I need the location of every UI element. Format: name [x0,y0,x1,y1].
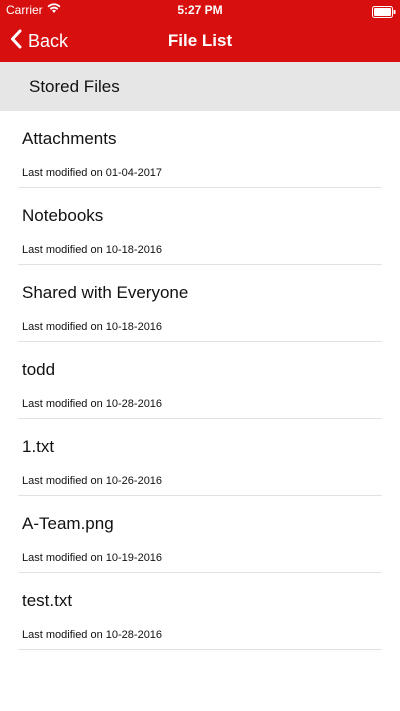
status-time: 5:27 PM [177,3,223,17]
section-title: Stored Files [29,77,120,96]
status-bar: Carrier 5:27 PM [0,0,400,20]
file-modified: Last modified on 10-18-2016 [22,321,163,333]
section-header: Stored Files [0,62,400,111]
file-modified: Last modified on 10-19-2016 [22,552,163,564]
top-bar: Carrier 5:27 PM Back File List [0,0,400,62]
file-row[interactable]: todd Last modified on 10-28-2016 [18,342,382,419]
file-row[interactable]: A-Team.png Last modified on 10-19-2016 [18,496,382,573]
file-modified: Last modified on 10-28-2016 [22,629,163,641]
page-title: File List [167,31,233,50]
screen: Carrier 5:27 PM Back File List Stored Fi… [0,0,400,711]
file-row[interactable]: Attachments Last modified on 01-04-2017 [18,111,382,188]
file-row[interactable]: Notebooks Last modified on 10-18-2016 [18,188,382,265]
file-modified: Last modified on 10-26-2016 [22,475,163,487]
file-name: 1.txt [22,437,55,456]
file-name: Shared with Everyone [22,283,189,302]
file-name: Attachments [22,129,117,148]
file-row[interactable]: Shared with Everyone Last modified on 10… [18,265,382,342]
file-modified: Last modified on 10-18-2016 [22,244,163,256]
file-modified: Last modified on 01-04-2017 [22,167,163,179]
battery-icon [372,4,396,18]
file-modified: Last modified on 10-28-2016 [22,398,163,410]
file-row[interactable]: 1.txt Last modified on 10-26-2016 [18,419,382,496]
navigation-bar: Back File List [0,20,400,62]
file-list: Attachments Last modified on 01-04-2017 … [0,111,400,650]
file-name: todd [22,360,56,379]
file-name: A-Team.png [22,514,114,533]
file-name: Notebooks [22,206,104,225]
file-row[interactable]: test.txt Last modified on 10-28-2016 [18,573,382,650]
file-name: test.txt [22,591,73,610]
